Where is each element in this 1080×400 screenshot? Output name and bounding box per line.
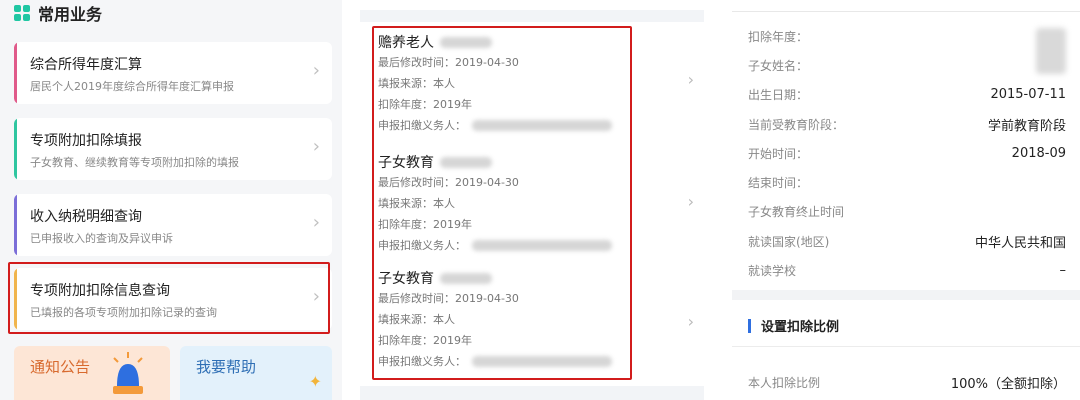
ratio-section-header: 设置扣除比例 [748, 316, 839, 335]
chevron-right-icon: › [312, 212, 320, 233]
highlight-box [372, 26, 632, 380]
list-bottom-band [360, 386, 704, 400]
alarm-bell-icon [113, 352, 143, 394]
tile-title: 通知公告 [30, 358, 91, 376]
apps-grid-icon [14, 5, 30, 21]
card-accent [14, 194, 17, 256]
field-end-time: 结束时间： [748, 176, 809, 190]
field-start-time: 开始时间： 2018-09 [748, 146, 1066, 161]
tile-title: 我要帮助 [196, 358, 257, 376]
chevron-right-icon[interactable]: › [688, 312, 694, 331]
chevron-right-icon: › [312, 60, 320, 81]
help-tile[interactable]: 我要帮助 ✦ [180, 346, 332, 400]
chevron-right-icon[interactable]: › [688, 70, 694, 89]
list-top-band [360, 10, 704, 22]
card-accent [14, 42, 17, 104]
card-title: 收入纳税明细查询 [30, 209, 142, 225]
card-annual-settlement[interactable]: 综合所得年度汇算 居民个人2019年度综合所得年度汇算申报 › [14, 42, 332, 104]
sparkle-icon: ✦ [308, 372, 322, 391]
field-termination-time: 子女教育终止时间 [748, 205, 845, 219]
card-special-deduction-fill[interactable]: 专项附加扣除填报 子女教育、继续教育等专项附加扣除的填报 › [14, 118, 332, 180]
section-separator [732, 290, 1080, 300]
right-panel: 扣除年度： 子女姓名： 出生日期： 2015-07-11 当前受教育阶段： 学前… [732, 0, 1080, 400]
chevron-right-icon[interactable]: › [688, 192, 694, 211]
notice-tile[interactable]: 通知公告 [14, 346, 170, 400]
field-education-stage: 当前受教育阶段： 学前教育阶段 [748, 118, 1066, 134]
field-school: 就读学校 – [748, 263, 1066, 278]
card-title: 专项附加扣除填报 [30, 133, 142, 149]
section-header: 常用业务 [14, 2, 102, 24]
left-panel: 常用业务 综合所得年度汇算 居民个人2019年度综合所得年度汇算申报 › 专项附… [0, 0, 342, 400]
card-income-tax-query[interactable]: 收入纳税明细查询 已申报收入的查询及异议申诉 › [14, 194, 332, 256]
card-subtitle: 子女教育、继续教育等专项附加扣除的填报 [30, 156, 239, 169]
divider [732, 346, 1080, 347]
card-accent [14, 118, 17, 180]
card-subtitle: 已申报收入的查询及异议申诉 [30, 232, 173, 245]
field-child-name: 子女姓名： [748, 59, 809, 73]
section-marker [748, 318, 751, 333]
field-deduction-year: 扣除年度： [748, 30, 809, 44]
card-title: 综合所得年度汇算 [30, 57, 142, 73]
top-divider [732, 0, 1080, 12]
field-country: 就读国家(地区) 中华人民共和国 [748, 235, 1066, 251]
field-birth-date: 出生日期： 2015-07-11 [748, 87, 1066, 102]
card-subtitle: 居民个人2019年度综合所得年度汇算申报 [30, 80, 234, 93]
section-title: 常用业务 [38, 5, 103, 24]
ratio-row[interactable]: 本人扣除比例 100%（全额扣除） [748, 368, 1066, 397]
highlight-box [8, 262, 330, 334]
chevron-right-icon: › [312, 136, 320, 157]
middle-panel: 赡养老人 最后修改时间：2019-04-30 填报来源：本人 扣除年度：2019… [342, 0, 722, 400]
